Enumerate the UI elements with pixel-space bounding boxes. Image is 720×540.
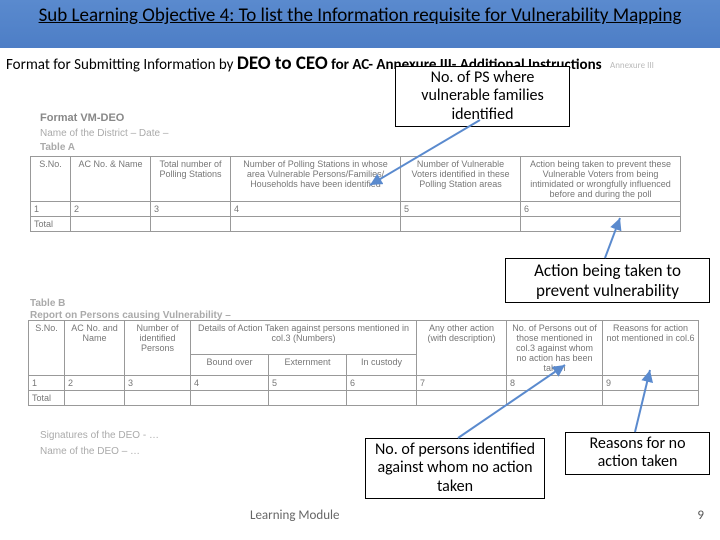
slide-canvas: Sub Learning Objective 4: To list the In…: [0, 0, 720, 540]
faint-signatures: Signatures of the DEO - …: [40, 430, 159, 441]
callout-ps-count: No. of PS where vulnerable families iden…: [395, 66, 570, 127]
slide-title: Sub Learning Objective 4: To list the In…: [0, 4, 720, 27]
format-line: Format for Submitting Information by DEO…: [6, 52, 714, 75]
table-row: 123456: [31, 202, 681, 217]
annexure-faint: Annexure III: [610, 60, 654, 71]
callout-action-taken: Action being taken to prevent vulnerabil…: [505, 258, 710, 303]
faint-tableB-label: Table B: [30, 298, 65, 309]
page-number: 9: [697, 508, 704, 523]
table-row: S.No. AC No. and Name Number of identifi…: [29, 321, 699, 355]
callout-reasons: Reasons for no action taken: [565, 432, 710, 475]
table-row: Total: [31, 217, 681, 232]
table-row: Total: [29, 391, 699, 406]
table-row: S.No.AC No. & NameTotal number of Pollin…: [31, 157, 681, 202]
faint-district: Name of the District – Date –: [40, 128, 168, 139]
faint-tableA-label: Table A: [40, 142, 75, 153]
callout-persons-noaction: No. of persons identified against whom n…: [365, 438, 545, 499]
footer-text: Learning Module: [250, 508, 339, 523]
faint-format-vm: Format VM-DEO: [40, 112, 124, 124]
table-b: S.No. AC No. and Name Number of identifi…: [28, 320, 699, 406]
faint-deo-name: Name of the DEO – …: [40, 446, 140, 457]
table-row: 123456789: [29, 376, 699, 391]
table-a: S.No.AC No. & NameTotal number of Pollin…: [30, 156, 681, 232]
